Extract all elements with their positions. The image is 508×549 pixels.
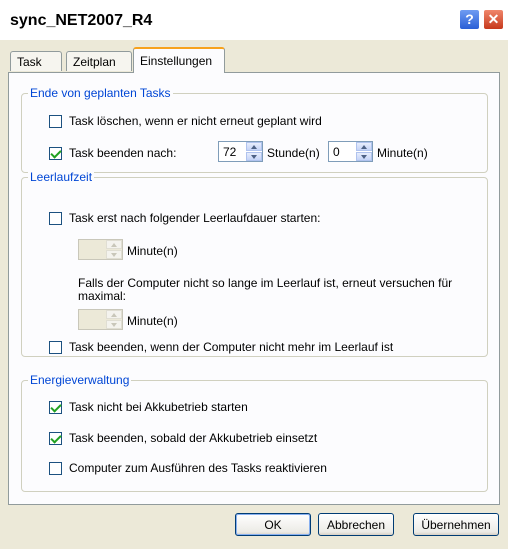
no-battery-start-checkbox[interactable] xyxy=(49,401,62,414)
group-power-management: Energieverwaltung Task nicht bei Akkubet… xyxy=(21,373,488,492)
ok-button[interactable]: OK xyxy=(235,513,311,536)
stop-task-label[interactable]: Task beenden nach: xyxy=(69,146,176,160)
idle-wait-down-arrow-icon[interactable] xyxy=(106,250,122,259)
delete-task-checkbox[interactable] xyxy=(49,115,62,128)
idle-start-label[interactable]: Task erst nach folgender Leerlaufdauer s… xyxy=(69,211,320,225)
help-icon[interactable]: ? xyxy=(459,9,480,30)
minutes-down-arrow-icon[interactable] xyxy=(356,152,372,161)
minutes-up-arrow-icon[interactable] xyxy=(356,142,372,151)
idle-wait-unit-label: Minute(n) xyxy=(127,244,178,258)
group-idle-legend: Leerlaufzeit xyxy=(28,170,95,184)
hours-unit-label: Stunde(n) xyxy=(267,146,320,160)
window-title: sync_NET2007_R4 xyxy=(10,12,153,29)
minutes-value: 0 xyxy=(333,145,340,159)
title-bar: sync_NET2007_R4 ? ✕ xyxy=(0,0,508,40)
hours-value: 72 xyxy=(223,145,237,159)
hours-down-arrow-icon[interactable] xyxy=(246,152,262,161)
settings-panel: Ende von geplanten Tasks Task löschen, w… xyxy=(8,72,500,505)
idle-retry-text: Falls der Computer nicht so lange im Lee… xyxy=(78,276,453,303)
delete-task-label[interactable]: Task löschen, wenn er nicht erneut gepla… xyxy=(69,114,322,128)
group-end-of-tasks: Ende von geplanten Tasks Task löschen, w… xyxy=(21,86,488,173)
idle-retry-stepper[interactable] xyxy=(78,309,123,330)
idle-start-checkbox[interactable] xyxy=(49,212,62,225)
tab-strip: Task Zeitplan Einstellungen xyxy=(0,40,508,73)
idle-retry-unit-label: Minute(n) xyxy=(127,314,178,328)
wake-computer-label[interactable]: Computer zum Ausführen des Tasks reaktiv… xyxy=(69,461,327,475)
minutes-unit-label: Minute(n) xyxy=(377,146,428,160)
hours-up-arrow-icon[interactable] xyxy=(246,142,262,151)
tab-task[interactable]: Task xyxy=(10,51,62,71)
group-power-legend: Energieverwaltung xyxy=(28,373,132,387)
group-idle-time: Leerlaufzeit Task erst nach folgender Le… xyxy=(21,170,488,357)
idle-stop-checkbox[interactable] xyxy=(49,341,62,354)
cancel-button[interactable]: Abbrechen xyxy=(318,513,394,536)
stop-on-battery-label[interactable]: Task beenden, sobald der Akkubetrieb ein… xyxy=(69,431,317,445)
no-battery-start-label[interactable]: Task nicht bei Akkubetrieb starten xyxy=(69,400,248,414)
idle-wait-up-arrow-icon[interactable] xyxy=(106,240,122,249)
wake-computer-checkbox[interactable] xyxy=(49,462,62,475)
stop-on-battery-checkbox[interactable] xyxy=(49,432,62,445)
apply-button[interactable]: Übernehmen xyxy=(413,513,499,536)
idle-retry-down-arrow-icon[interactable] xyxy=(106,320,122,329)
tab-einstellungen[interactable]: Einstellungen xyxy=(133,47,225,73)
idle-stop-label[interactable]: Task beenden, wenn der Computer nicht me… xyxy=(69,340,393,354)
minutes-stepper[interactable]: 0 xyxy=(328,141,373,162)
stop-task-checkbox[interactable] xyxy=(49,147,62,160)
tab-zeitplan[interactable]: Zeitplan xyxy=(66,51,132,71)
idle-retry-up-arrow-icon[interactable] xyxy=(106,310,122,319)
hours-stepper[interactable]: 72 xyxy=(218,141,263,162)
idle-wait-stepper[interactable] xyxy=(78,239,123,260)
group-end-legend: Ende von geplanten Tasks xyxy=(28,86,173,100)
close-icon[interactable]: ✕ xyxy=(483,9,504,30)
